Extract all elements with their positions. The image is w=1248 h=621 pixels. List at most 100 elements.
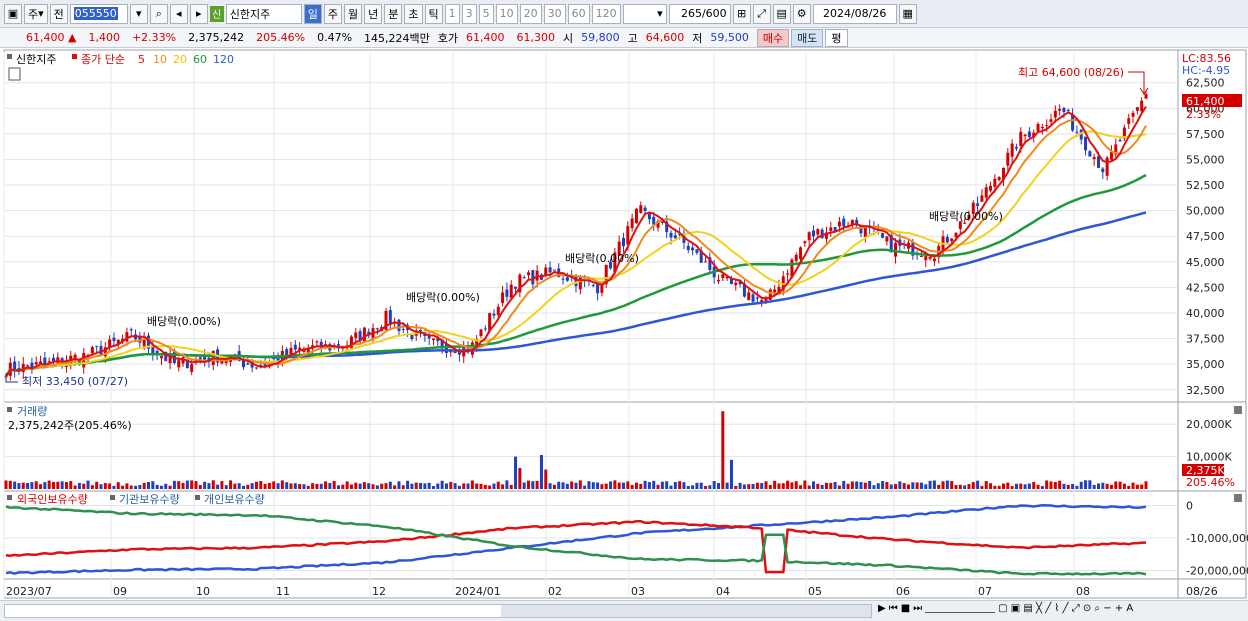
candle-body xyxy=(997,177,1001,181)
date-value: 2024/08/26 xyxy=(822,7,887,20)
tab-day[interactable]: 일 xyxy=(303,3,322,24)
volume-bar xyxy=(401,485,405,489)
volume-bar xyxy=(496,481,500,489)
candle-body xyxy=(837,221,841,227)
candle-body xyxy=(531,270,535,285)
search-icon[interactable]: ⌕ xyxy=(149,3,168,24)
stock-chart[interactable]: 62,50060,00057,50055,00052,50050,00047,5… xyxy=(0,48,1248,600)
interval-5[interactable]: 5 xyxy=(478,3,494,24)
price-change-pct: +2.33% xyxy=(131,31,177,44)
code-dropdown-icon[interactable]: ▾ xyxy=(129,3,148,24)
tool-icons[interactable]: ▢ ▣ ▤ ╳ ╱ ⌇ ╱ ⤢ ⊙ ⌕ − + A xyxy=(998,603,1133,619)
candle-body xyxy=(401,328,405,330)
date-field[interactable]: 2024/08/26 xyxy=(812,3,897,24)
tab-month[interactable]: 월 xyxy=(344,3,363,24)
candle-body xyxy=(432,338,435,341)
candle-body xyxy=(1084,136,1088,151)
candle-body xyxy=(704,261,708,263)
calendar-icon[interactable]: ▦ xyxy=(898,3,917,24)
stock-code-input[interactable]: 055550 xyxy=(69,3,128,24)
volume-bar xyxy=(1049,481,1053,489)
eval-button[interactable]: 평 xyxy=(825,28,848,47)
candle-type-icon[interactable]: ⊞ xyxy=(732,3,751,24)
low-price: 59,500 xyxy=(710,31,749,44)
volume-bar xyxy=(574,482,578,489)
prev-next-icon[interactable]: ▸ xyxy=(189,3,208,24)
scroll-last-icon[interactable]: ⏭ xyxy=(913,603,922,619)
horizontal-scrollbar[interactable] xyxy=(4,604,872,618)
candle-body xyxy=(989,185,993,191)
interval-10[interactable]: 10 xyxy=(495,3,518,24)
interval-3[interactable]: 3 xyxy=(461,3,477,24)
volume-bar xyxy=(837,485,841,489)
volume-bar xyxy=(1122,483,1126,489)
interval-60[interactable]: 60 xyxy=(567,3,590,24)
scrollbar-thumb[interactable] xyxy=(501,605,871,617)
volume-bar xyxy=(272,481,276,489)
candle-body xyxy=(695,249,699,253)
draw-tool-icon[interactable]: ⤢ xyxy=(752,3,771,24)
tab-week[interactable]: 주 xyxy=(323,3,343,24)
candle-body xyxy=(151,345,155,355)
custom-interval-dropdown[interactable]: ▾ xyxy=(622,3,667,24)
interval-20[interactable]: 20 xyxy=(519,3,542,24)
volume-bar xyxy=(311,483,315,489)
stop-icon[interactable]: ■ xyxy=(901,603,910,619)
volume-bar xyxy=(410,483,414,489)
interval-120[interactable]: 120 xyxy=(591,3,621,24)
scroll-first-icon[interactable]: ⏮ xyxy=(889,603,898,619)
sound-icon[interactable]: ◂ xyxy=(169,3,188,24)
volume-bar xyxy=(220,481,224,489)
volume-bar xyxy=(552,484,556,489)
candle-body xyxy=(924,256,928,261)
dividend-note-2: 배당락(0.00%) xyxy=(406,291,480,304)
x-tick-label: 07 xyxy=(978,585,992,598)
tab-year[interactable]: 년 xyxy=(364,3,383,24)
candle-body xyxy=(751,294,755,302)
candle-body xyxy=(26,365,30,367)
tab-tick[interactable]: 틱 xyxy=(424,3,443,24)
volume-bar xyxy=(850,481,854,489)
candle-body xyxy=(129,329,133,331)
interval-1[interactable]: 1 xyxy=(444,3,460,24)
chart-list-icon[interactable] xyxy=(8,67,21,81)
tab-minute[interactable]: 분 xyxy=(384,3,403,24)
tab-second[interactable]: 초 xyxy=(404,3,423,24)
interval-30[interactable]: 30 xyxy=(543,3,566,24)
volume-bar xyxy=(539,454,543,489)
x-tick-label: 03 xyxy=(631,585,645,598)
gear-icon[interactable]: ⚙ xyxy=(792,3,811,24)
data-count-field[interactable]: 265/600 xyxy=(668,3,731,24)
volume-bar xyxy=(755,482,759,489)
candle-body xyxy=(1088,151,1092,157)
stock-name-field[interactable]: 신한지주 xyxy=(225,3,302,24)
volume-bar xyxy=(108,483,112,489)
volume-bar xyxy=(414,482,418,489)
type-dropdown[interactable]: 주 ▾ xyxy=(24,3,48,24)
volume-bar xyxy=(155,484,159,489)
volume-bar xyxy=(134,485,138,489)
holding-panel-close-icon[interactable] xyxy=(1234,494,1242,502)
volume-bar xyxy=(470,480,474,489)
candle-body xyxy=(794,254,798,261)
volume-bar xyxy=(604,483,608,489)
volume-bar xyxy=(479,483,483,489)
volume-bar xyxy=(298,484,302,489)
candle-body xyxy=(919,255,923,257)
volume-bar xyxy=(518,467,522,489)
save-icon[interactable]: ▤ xyxy=(772,3,791,24)
buy-button[interactable]: 매수 xyxy=(756,28,790,47)
candle-body xyxy=(1109,151,1113,160)
scope-dropdown[interactable]: 전 xyxy=(49,3,68,24)
volume-panel-close-icon[interactable] xyxy=(1234,406,1242,414)
sell-button[interactable]: 매도 xyxy=(791,28,824,47)
candle-body xyxy=(375,328,379,330)
candle-body xyxy=(993,178,997,187)
window-icon[interactable]: ▣ xyxy=(4,3,22,24)
volume-bar xyxy=(712,481,716,489)
bottom-controls: ▶ ⏮ ■ ⏭ ▢ ▣ ▤ ╳ ╱ ⌇ ╱ ⤢ ⊙ ⌕ − + A xyxy=(878,603,1133,619)
volume-bar xyxy=(172,480,176,489)
scroll-right-icon[interactable]: ▶ xyxy=(878,603,886,619)
zoom-slider[interactable] xyxy=(925,603,996,613)
volume-bar xyxy=(466,483,470,489)
